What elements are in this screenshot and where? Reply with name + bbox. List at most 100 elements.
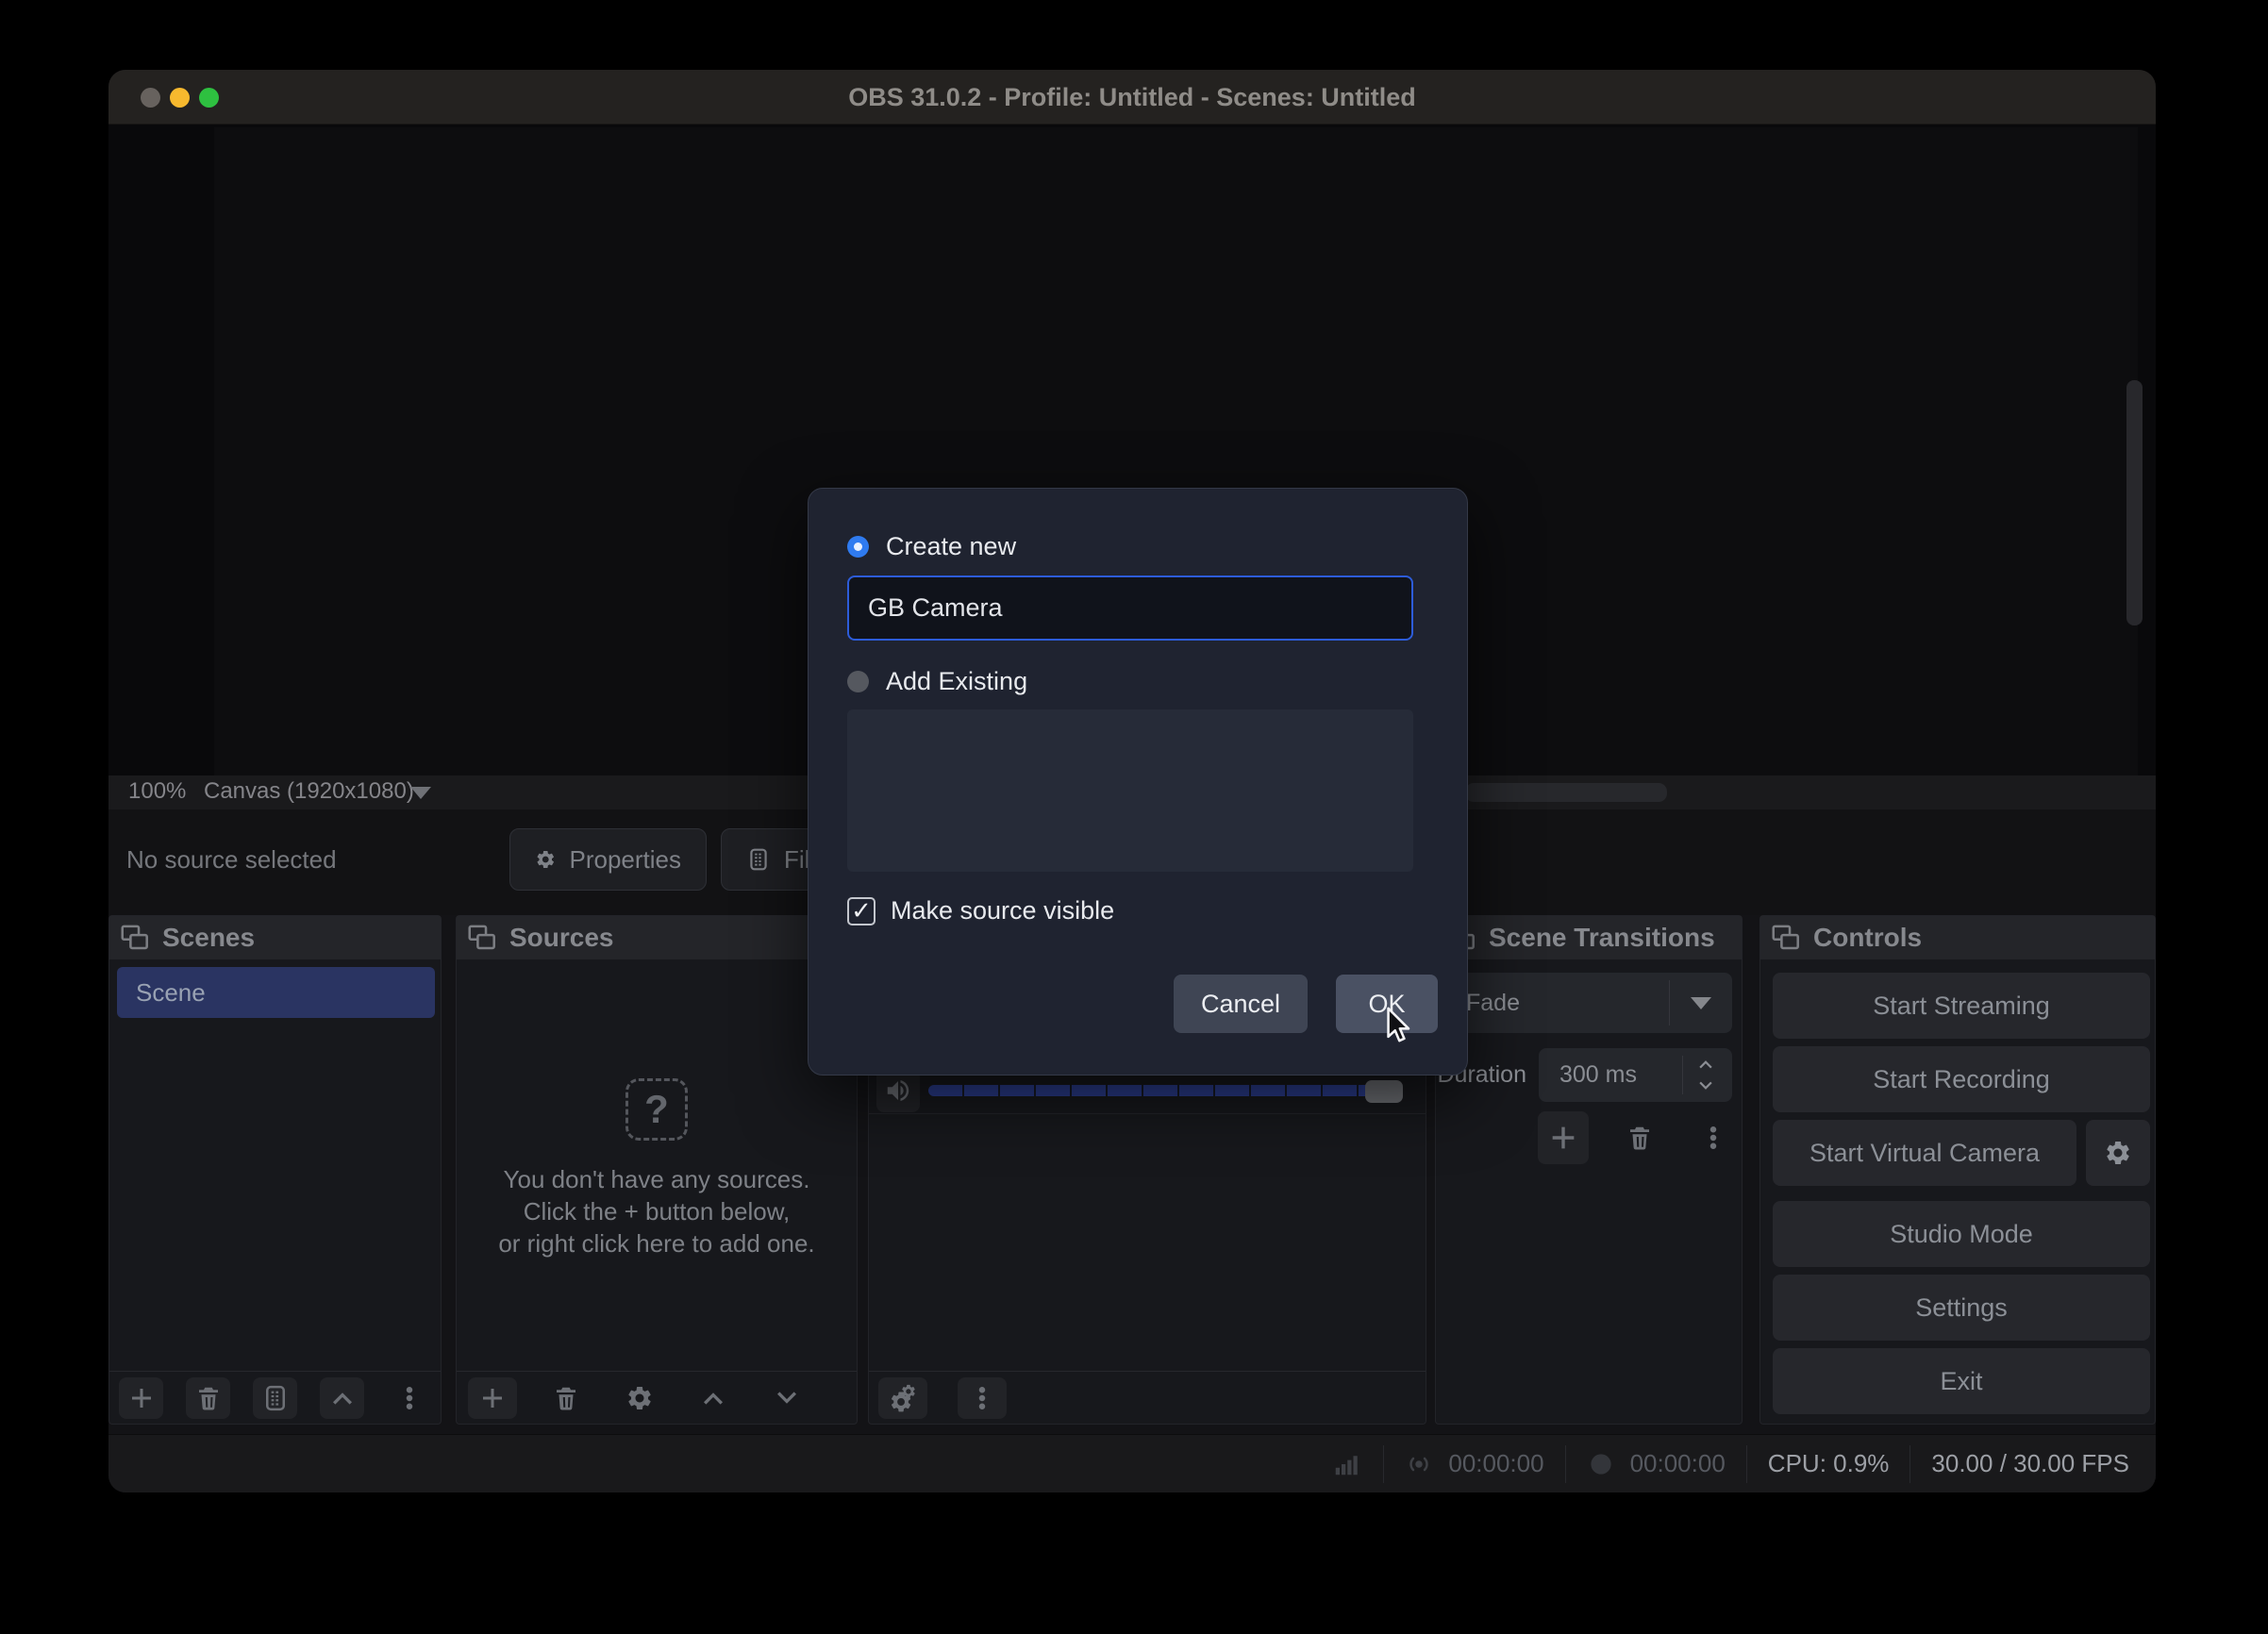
screenshot-stage: OBS 31.0.2 - Profile: Untitled - Scenes:… <box>0 0 2268 1634</box>
checkbox-checked-icon[interactable]: ✓ <box>847 897 876 925</box>
canvas-dropdown-caret[interactable] <box>410 787 431 799</box>
radio-selected-icon[interactable] <box>847 536 869 558</box>
gear-icon <box>625 1384 654 1412</box>
scene-filters-button[interactable] <box>253 1377 297 1419</box>
volume-slider-handle[interactable] <box>1365 1080 1403 1103</box>
transition-more-button[interactable] <box>1691 1117 1736 1159</box>
transitions-toolbar <box>1538 1110 1736 1165</box>
panel-windows-icon <box>121 924 149 952</box>
settings-button[interactable]: Settings <box>1773 1275 2150 1341</box>
make-visible-label: Make source visible <box>891 896 1114 925</box>
chevron-down-icon <box>1691 997 1711 1009</box>
chevron-down-icon <box>773 1384 801 1412</box>
scenes-panel-header[interactable]: Scenes <box>109 916 441 959</box>
exit-button[interactable]: Exit <box>1773 1348 2150 1414</box>
kebab-icon <box>395 1384 424 1412</box>
kebab-icon <box>968 1384 996 1412</box>
scene-list-item[interactable]: Scene <box>117 967 435 1018</box>
spin-down-icon[interactable] <box>1691 1076 1721 1095</box>
create-new-radio-row[interactable]: Create new <box>847 532 1016 561</box>
start-virtual-camera-button[interactable]: Start Virtual Camera <box>1773 1120 2076 1186</box>
move-source-up-button[interactable] <box>689 1377 738 1419</box>
record-time: 00:00:00 <box>1630 1449 1726 1478</box>
obs-window: OBS 31.0.2 - Profile: Untitled - Scenes:… <box>108 70 2156 1492</box>
source-name-input[interactable] <box>847 575 1413 641</box>
trash-icon <box>552 1384 580 1412</box>
sources-panel-title: Sources <box>509 923 614 953</box>
remove-scene-button[interactable] <box>186 1377 230 1419</box>
add-existing-radio-row[interactable]: Add Existing <box>847 667 1027 696</box>
plus-icon <box>1547 1122 1579 1154</box>
start-recording-button[interactable]: Start Recording <box>1773 1046 2150 1112</box>
volume-slider[interactable] <box>928 1080 1404 1101</box>
duration-spinbox[interactable]: 300 ms <box>1539 1048 1732 1102</box>
source-properties-button[interactable] <box>615 1377 664 1419</box>
studio-mode-button[interactable]: Studio Mode <box>1773 1201 2150 1267</box>
filter-icon <box>261 1384 290 1412</box>
scene-transitions-panel: Scene Transitions Fade Duration 300 ms <box>1435 915 1743 1425</box>
chevron-up-icon <box>328 1384 357 1412</box>
plus-icon <box>478 1384 507 1412</box>
spin-up-icon[interactable] <box>1691 1055 1721 1074</box>
create-source-dialog: Create new Add Existing ✓ Make source vi… <box>808 488 1468 1075</box>
panel-windows-icon <box>468 924 496 952</box>
scenes-more-button[interactable] <box>387 1377 431 1419</box>
make-visible-row[interactable]: ✓ Make source visible <box>847 896 1114 925</box>
remove-transition-button[interactable] <box>1617 1117 1662 1159</box>
sources-panel-header[interactable]: Sources <box>457 916 857 959</box>
sources-panel: Sources ? You don't have any sources. Cl… <box>456 915 858 1425</box>
panel-windows-icon <box>1772 924 1800 952</box>
transitions-panel-header[interactable]: Scene Transitions <box>1436 916 1742 959</box>
stream-time: 00:00:00 <box>1448 1449 1543 1478</box>
remove-source-button[interactable] <box>542 1377 591 1419</box>
no-sources-line: You don't have any sources. <box>457 1163 857 1195</box>
controls-panel-header[interactable]: Controls <box>1760 916 2155 959</box>
record-time-group: 00:00:00 <box>1587 1449 1726 1478</box>
controls-panel: Controls Start Streaming Start Recording… <box>1759 915 2156 1425</box>
no-sources-icon: ? <box>625 1078 688 1141</box>
mouse-cursor <box>1380 1006 1418 1043</box>
plus-icon <box>127 1384 156 1412</box>
title-bar: OBS 31.0.2 - Profile: Untitled - Scenes:… <box>108 70 2156 125</box>
controls-panel-title: Controls <box>1813 923 1922 953</box>
scenes-panel: Scenes Scene <box>108 915 442 1425</box>
no-sources-line: or right click here to add one. <box>457 1227 857 1259</box>
mixer-more-button[interactable] <box>958 1377 1007 1419</box>
filter-icon <box>746 847 771 872</box>
trash-icon <box>194 1384 223 1412</box>
move-scene-up-button[interactable] <box>320 1377 364 1419</box>
horizontal-scrollbar[interactable] <box>1465 783 1667 802</box>
speaker-icon <box>884 1076 912 1105</box>
properties-label: Properties <box>570 845 682 875</box>
kebab-icon <box>1699 1124 1727 1152</box>
double-gear-icon <box>887 1383 919 1413</box>
radio-unselected-icon[interactable] <box>847 671 869 692</box>
advanced-audio-button[interactable] <box>878 1377 927 1419</box>
canvas-resolution: Canvas (1920x1080) <box>204 778 414 805</box>
mixer-toolbar <box>869 1371 1426 1424</box>
virtual-camera-settings-button[interactable] <box>2086 1120 2150 1186</box>
gear-icon <box>535 847 557 872</box>
move-source-down-button[interactable] <box>762 1377 811 1419</box>
fps-counter: 30.00 / 30.00 FPS <box>1931 1449 2129 1478</box>
vertical-scrollbar[interactable] <box>2126 380 2143 625</box>
status-divider <box>1565 1445 1566 1483</box>
add-source-button[interactable] <box>468 1377 517 1419</box>
broadcast-icon <box>1405 1450 1433 1478</box>
start-streaming-button[interactable]: Start Streaming <box>1773 973 2150 1039</box>
chevron-up-icon <box>699 1384 727 1412</box>
trash-icon <box>1626 1124 1654 1152</box>
add-transition-button[interactable] <box>1538 1111 1589 1164</box>
transitions-panel-title: Scene Transitions <box>1489 923 1715 953</box>
transition-select[interactable]: Fade <box>1447 973 1732 1033</box>
cancel-button[interactable]: Cancel <box>1174 975 1308 1033</box>
properties-button[interactable]: Properties <box>509 828 707 891</box>
volume-slider-track <box>928 1085 1372 1096</box>
record-icon <box>1587 1450 1615 1478</box>
gear-icon <box>2104 1139 2132 1167</box>
existing-sources-list[interactable] <box>847 709 1413 872</box>
no-sources-line: Click the + button below, <box>457 1195 857 1227</box>
scenes-toolbar <box>109 1371 441 1424</box>
add-existing-label: Add Existing <box>886 667 1027 696</box>
add-scene-button[interactable] <box>119 1377 163 1419</box>
